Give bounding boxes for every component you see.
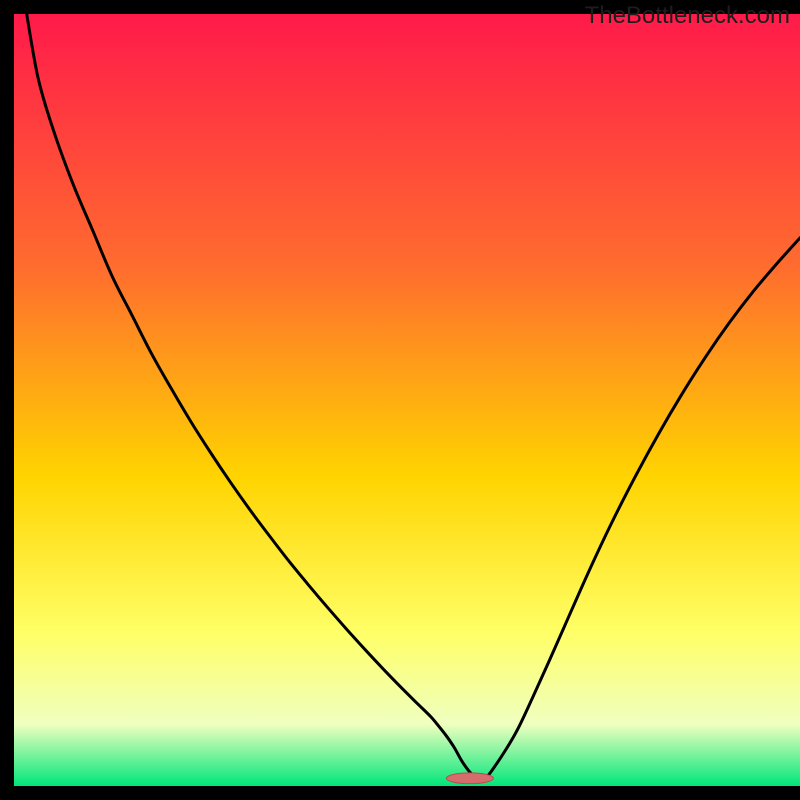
gradient-background <box>14 14 800 786</box>
optimal-point-marker <box>446 773 493 784</box>
chart-stage: TheBottleneck.com <box>0 0 800 800</box>
bottleneck-chart <box>0 0 800 800</box>
